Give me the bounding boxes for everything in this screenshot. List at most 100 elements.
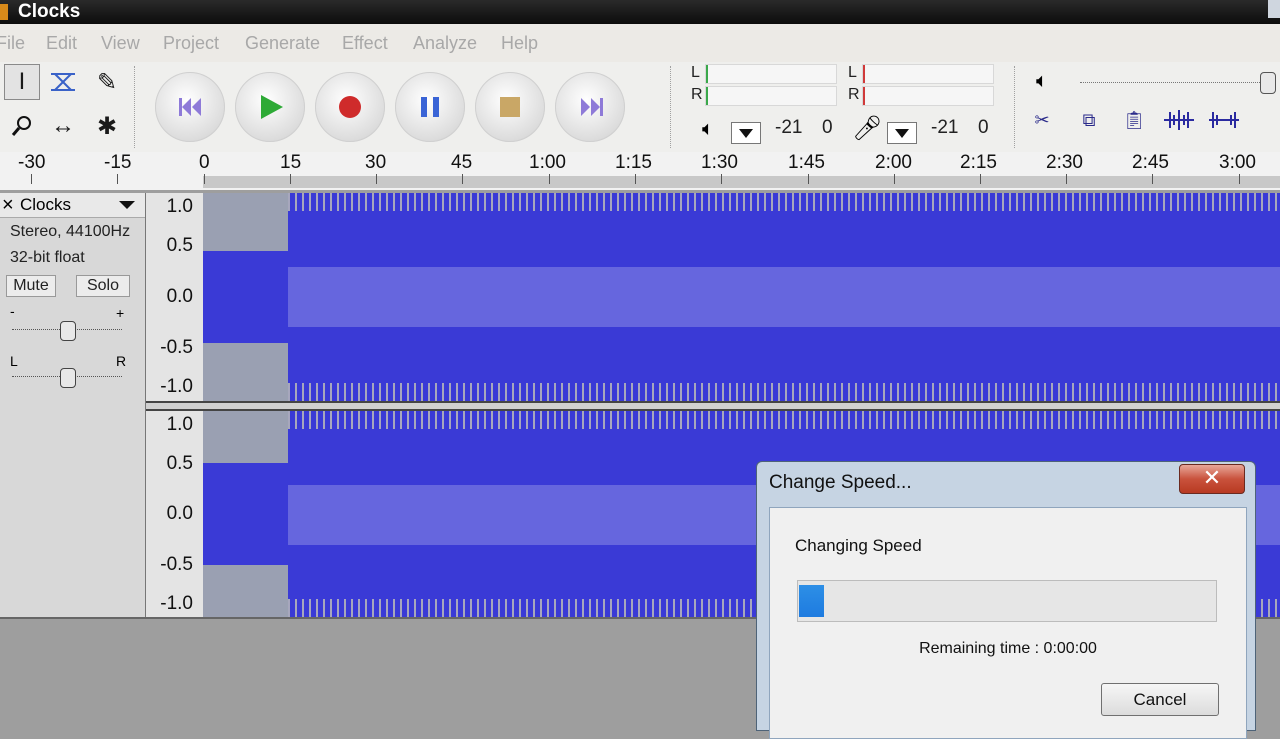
scale-label: 1.0 xyxy=(166,414,193,435)
ruler-label: 1:30 xyxy=(701,152,738,173)
ruler-tick xyxy=(635,174,636,184)
playback-meter-dropdown[interactable] xyxy=(731,122,761,144)
multi-tool-icon[interactable]: ✱ xyxy=(89,108,125,144)
timeline-band xyxy=(203,176,1280,188)
time-shift-tool-icon[interactable]: ↔ xyxy=(45,108,81,144)
trim-icon[interactable] xyxy=(1161,102,1197,138)
chevron-down-icon[interactable] xyxy=(118,200,136,210)
change-speed-dialog: Change Speed... ✕ Changing Speed Remaini… xyxy=(756,461,1256,739)
waveform-left-channel[interactable] xyxy=(203,193,1280,401)
envelope-tool-icon[interactable] xyxy=(45,64,81,100)
menu-edit[interactable]: Edit xyxy=(46,24,77,62)
remaining-time: Remaining time : 0:00:00 xyxy=(919,640,1097,657)
menu-project[interactable]: Project xyxy=(163,24,219,62)
menu-analyze[interactable]: Analyze xyxy=(413,24,477,62)
ruler-tick xyxy=(549,174,550,184)
channel-divider xyxy=(146,401,1280,411)
window-controls[interactable] xyxy=(1268,0,1280,18)
waveform-peaks-top xyxy=(288,193,1280,211)
scale-label: -1.0 xyxy=(160,593,193,614)
right-channel-scale: 1.0 0.5 0.0 -0.5 -1.0 xyxy=(146,411,203,617)
pan-slider-knob[interactable] xyxy=(60,368,76,388)
cut-icon[interactable]: ✂ xyxy=(1024,102,1060,138)
scale-label: -0.5 xyxy=(160,337,193,358)
skip-start-button[interactable] xyxy=(155,72,225,142)
ruler-label: 3:00 xyxy=(1219,152,1256,173)
menu-file[interactable]: File xyxy=(0,24,25,62)
pre-roll-waveform xyxy=(203,251,288,343)
playback-meter-right-label: R xyxy=(691,86,703,103)
pause-button[interactable] xyxy=(395,72,465,142)
play-button[interactable] xyxy=(235,72,305,142)
ruler-label: 2:45 xyxy=(1132,152,1169,173)
menu-generate[interactable]: Generate xyxy=(245,24,320,62)
record-meter-min: -21 xyxy=(931,117,959,138)
waveform-peaks-top xyxy=(288,411,1280,429)
timeline-ruler[interactable]: -30 -15 0 15 30 45 1:00 1:15 1:30 1:45 2… xyxy=(0,152,1280,190)
menu-help[interactable]: Help xyxy=(501,24,538,62)
toolbar-separator xyxy=(1014,66,1017,148)
solo-button[interactable]: Solo xyxy=(76,275,130,297)
ruler-tick xyxy=(376,174,377,184)
track-name-menu[interactable]: Clocks xyxy=(20,193,71,217)
ruler-tick xyxy=(31,174,32,184)
stop-button[interactable] xyxy=(475,72,545,142)
waveform-rms xyxy=(288,267,1280,327)
scale-label: 0.5 xyxy=(166,453,193,474)
playback-meter-right xyxy=(705,86,837,106)
gain-slider-knob[interactable] xyxy=(60,321,76,341)
output-volume-knob[interactable] xyxy=(1260,72,1276,94)
paste-icon[interactable]: 📋︎ xyxy=(1116,102,1152,138)
gain-minus-label: - xyxy=(10,303,15,319)
menu-effect[interactable]: Effect xyxy=(342,24,388,62)
output-volume-icon: 🔈︎ xyxy=(1036,70,1048,92)
audacity-app-icon xyxy=(0,4,8,20)
ruler-tick xyxy=(1066,174,1067,184)
microphone-icon: 🎤︎ xyxy=(852,115,883,142)
ruler-tick xyxy=(1152,174,1153,184)
ruler-tick xyxy=(980,174,981,184)
playback-meter-max: 0 xyxy=(822,117,833,138)
track-header: × Clocks xyxy=(0,193,145,218)
dialog-close-button[interactable]: ✕ xyxy=(1179,464,1245,494)
ruler-tick xyxy=(721,174,722,184)
ruler-tick xyxy=(894,174,895,184)
ruler-tick xyxy=(1239,174,1240,184)
track-format: Stereo, 44100Hz xyxy=(10,223,131,240)
record-meter-dropdown[interactable] xyxy=(887,122,917,144)
silence-icon[interactable] xyxy=(1206,102,1242,138)
playback-meter-min: -21 xyxy=(775,117,803,138)
zoom-tool-icon[interactable] xyxy=(4,108,40,144)
draw-tool-icon[interactable]: ✎ xyxy=(89,64,125,100)
waveform-peaks-bottom xyxy=(288,383,1280,401)
selection-tool-icon[interactable]: I xyxy=(4,64,40,100)
gain-slider[interactable] xyxy=(12,319,122,341)
dialog-title: Change Speed... xyxy=(769,472,912,493)
skip-end-button[interactable] xyxy=(555,72,625,142)
ruler-label: 0 xyxy=(199,152,210,173)
ruler-tick xyxy=(462,174,463,184)
speaker-icon: 🔈︎ xyxy=(702,118,714,140)
pre-roll-region xyxy=(203,193,288,401)
menu-view[interactable]: View xyxy=(101,24,140,62)
ruler-label: 1:45 xyxy=(788,152,825,173)
playback-meter-left xyxy=(705,64,837,84)
dialog-body: Changing Speed Remaining time : 0:00:00 … xyxy=(769,507,1247,739)
cancel-button[interactable]: Cancel xyxy=(1101,683,1219,716)
track-close-button[interactable]: × xyxy=(2,193,14,217)
toolbar-separator xyxy=(134,66,137,148)
ruler-label: 1:15 xyxy=(615,152,652,173)
record-button[interactable] xyxy=(315,72,385,142)
ruler-tick xyxy=(117,174,118,184)
output-volume-slider[interactable] xyxy=(1080,82,1270,83)
pan-slider[interactable] xyxy=(12,366,122,388)
ruler-label: 2:00 xyxy=(875,152,912,173)
scale-label: 0.0 xyxy=(166,503,193,524)
ruler-label: -15 xyxy=(104,152,132,173)
mute-button[interactable]: Mute xyxy=(6,275,56,297)
dialog-message: Changing Speed xyxy=(795,536,922,555)
progress-bar xyxy=(797,580,1217,622)
record-meter-left-label: L xyxy=(848,64,857,81)
copy-icon[interactable]: ⧉ xyxy=(1071,102,1107,138)
ruler-tick xyxy=(204,174,205,184)
